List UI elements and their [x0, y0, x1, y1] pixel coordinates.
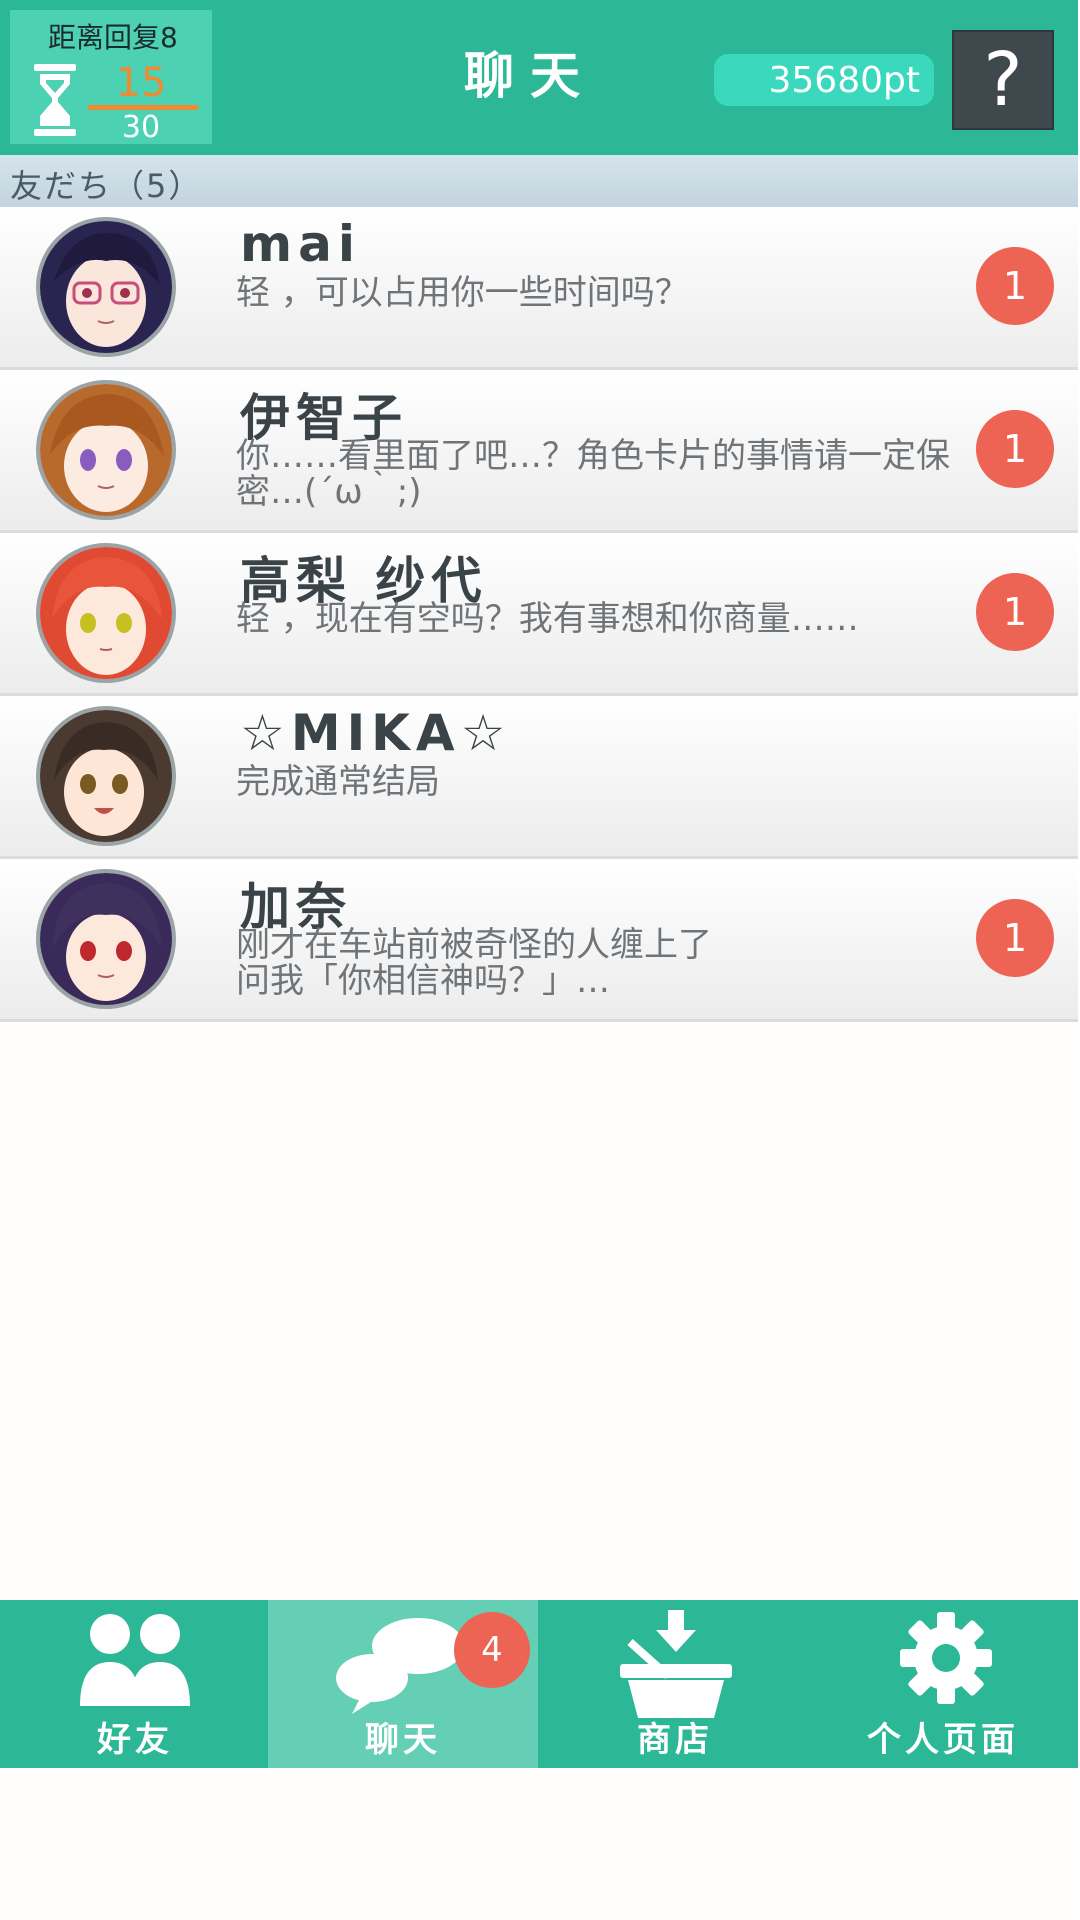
friends-section-header: 友だち（5）: [0, 155, 1078, 207]
chat-row-kana[interactable]: 加奈 刚才在车站前被奇怪的人缠上了 问我「你相信神吗？」… 1: [0, 859, 1078, 1022]
nav-friends[interactable]: 好友: [0, 1600, 270, 1768]
stamina-recovery-label: 距离回复8: [48, 21, 178, 54]
page-title: 聊天: [464, 47, 596, 105]
nav-chat-label: 聊天: [365, 1720, 441, 1760]
nav-shop[interactable]: 商店: [540, 1600, 810, 1768]
contact-name: ☆MIKA☆: [240, 704, 512, 762]
avatar: [36, 869, 176, 1009]
help-button[interactable]: ?: [952, 30, 1054, 130]
hourglass-icon: [34, 64, 76, 136]
chat-row-mai[interactable]: mai 轻 ，可以占用你一些时间吗？ 1: [0, 207, 1078, 370]
last-message: 完成通常结局: [236, 762, 440, 802]
chat-unread-badge: 4: [454, 1612, 530, 1688]
gear-icon: [900, 1612, 992, 1704]
chat-list: mai 轻 ，可以占用你一些时间吗？ 1 伊智子 你……看里面了吧…？角色卡片的…: [0, 207, 1078, 1022]
avatar: [36, 706, 176, 846]
question-mark-icon: ?: [983, 37, 1023, 123]
last-message: 你……看里面了吧…？角色卡片的事情请一定保 密…(´ω｀;): [236, 436, 950, 512]
chat-row-takanashi-sayo[interactable]: 高梨 纱代 轻 ，现在有空吗？我有事想和你商量…… 1: [0, 533, 1078, 696]
contact-name: mai: [240, 215, 361, 273]
shop-basket-icon: [620, 1610, 732, 1718]
stamina-panel: 距离回复8 15 30: [10, 10, 212, 145]
nav-profile-label: 个人页面: [867, 1720, 1019, 1760]
stamina-max: 30: [121, 110, 161, 145]
friends-count-label: 友だち（5）: [10, 167, 203, 205]
bottom-nav: 好友 聊天 商店 个人页面: [0, 1600, 1078, 1768]
avatar: [36, 217, 176, 357]
unread-badge: 1: [976, 247, 1054, 325]
stamina-current: 15: [115, 60, 167, 106]
friends-icon: [80, 1614, 190, 1706]
last-message: 轻 ，可以占用你一些时间吗？: [236, 273, 689, 313]
avatar: [36, 380, 176, 520]
chat-row-mika[interactable]: ☆MIKA☆ 完成通常结局: [0, 696, 1078, 859]
unread-badge: 1: [976, 899, 1054, 977]
chat-row-ichiko[interactable]: 伊智子 你……看里面了吧…？角色卡片的事情请一定保 密…(´ω｀;) 1: [0, 370, 1078, 533]
nav-friends-label: 好友: [97, 1720, 173, 1760]
unread-badge: 1: [976, 573, 1054, 651]
points-display: 35680pt: [714, 54, 934, 106]
chat-screen: 距离回复8 15 30 聊天 35680pt ? 友だち（5） mai 轻 ，可…: [0, 0, 1078, 1920]
last-message: 轻 ，现在有空吗？我有事想和你商量……: [236, 599, 859, 639]
avatar: [36, 543, 176, 683]
header-bar: 距离回复8 15 30 聊天 35680pt ?: [0, 0, 1078, 155]
unread-badge: 1: [976, 410, 1054, 488]
nav-profile[interactable]: 个人页面: [808, 1600, 1078, 1768]
last-message: 刚才在车站前被奇怪的人缠上了 问我「你相信神吗？」…: [236, 925, 712, 1001]
nav-shop-label: 商店: [637, 1720, 713, 1760]
